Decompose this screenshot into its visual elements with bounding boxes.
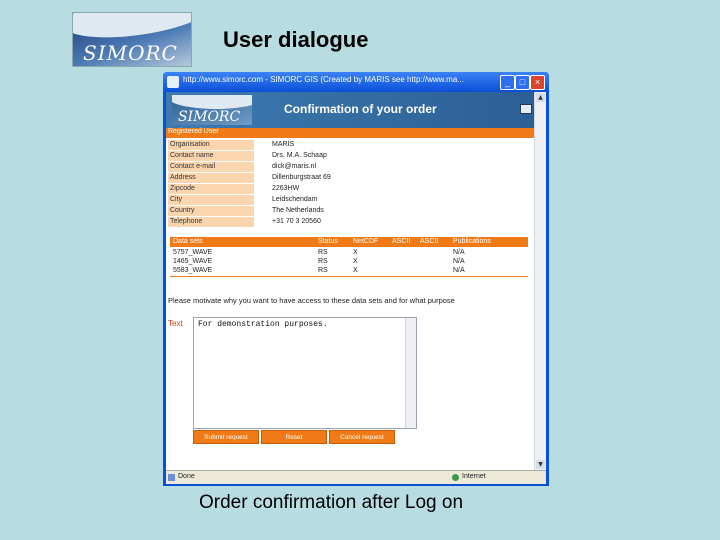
scroll-up-icon[interactable]: ▲ [536,93,545,102]
slide-title: User dialogue [223,27,369,52]
table-row: 5757_WAVE RS X N/A [170,249,528,258]
dataset-netcdf[interactable]: X [353,258,358,265]
dataset-publications: N/A [453,258,465,265]
text-label: Text [168,319,183,328]
maximize-button[interactable]: □ [515,75,530,90]
field-value: MARIS [272,141,295,148]
user-field-row: Country The Netherlands [168,206,533,216]
status-bar: Done Internet [166,470,546,484]
dataset-publications: N/A [453,267,465,274]
textarea-value: For demonstration purposes. [198,320,328,329]
slide-caption: Order confirmation after Log on [199,492,464,513]
field-label: Contact e-mail [168,162,254,172]
close-button[interactable]: × [530,75,545,90]
textarea-scrollbar[interactable] [405,318,416,428]
col-datasets: Data sets [173,238,203,245]
browser-window: http://www.simorc.com - SIMORC GIS (Crea… [163,72,549,486]
field-value: Dillenburgstraat 69 [272,174,331,181]
dataset-netcdf[interactable]: X [353,249,358,256]
page-logo: SIMORC [172,95,252,125]
field-label: Zipcode [168,184,254,194]
field-label: Telephone [168,217,254,227]
table-row: 5583_WAVE RS X N/A [170,267,528,276]
page-logo-swoosh [172,95,252,109]
user-field-row: Zipcode 2263HW [168,184,533,194]
field-value: +31 70 3 20560 [272,218,321,225]
browser-icon [167,76,179,88]
logo-text: SIMORC [83,41,178,65]
dataset-status: RS [318,249,328,256]
col-publications: Publications [453,238,491,245]
user-field-row: City Leidschendam [168,195,533,205]
field-value: 2263HW [272,185,300,192]
col-ascii-2: ASCII [420,238,439,245]
simorc-logo: SIMORC [72,12,192,67]
registered-user-label: Registered User [168,128,219,135]
status-zone: Internet [462,473,486,480]
page-content: SIMORC Confirmation of your order Regist… [166,92,546,470]
page-logo-text: SIMORC [178,109,241,125]
dataset-name: 5583_WAVE [173,267,213,274]
cancel-request-button[interactable]: Cancel request [329,430,395,444]
scroll-down-icon[interactable]: ▼ [536,460,545,469]
internet-zone-icon [452,474,459,481]
page-scrollbar[interactable]: ▲ ▼ [534,92,546,470]
user-field-row: Organisation MARIS [168,140,533,150]
user-field-row: Contact e-mail dick@maris.nl [168,162,533,172]
status-text: Done [178,473,195,480]
field-value: Leidschendam [272,196,318,203]
field-label: Contact name [168,151,254,161]
table-row: 1465_WAVE RS X N/A [170,258,528,267]
datasets-header: Data sets Status NetCDF ASCII ASCII Publ… [170,237,528,247]
field-value: The Netherlands [272,207,324,214]
submit-request-button[interactable]: Submit request [193,430,259,444]
field-label: Country [168,206,254,216]
page-title: Confirmation of your order [284,102,437,116]
motivation-textarea[interactable]: For demonstration purposes. [193,317,417,429]
field-value: Drs. M.A. Schaap [272,152,327,159]
table-divider [170,276,528,277]
field-label: Address [168,173,254,183]
dataset-status: RS [318,267,328,274]
window-titlebar[interactable]: http://www.simorc.com - SIMORC GIS (Crea… [163,72,549,92]
col-ascii: ASCII [392,238,411,245]
reset-button[interactable]: Reset [261,430,327,444]
registered-user-header: Registered User [166,128,535,138]
field-value: dick@maris.nl [272,163,317,170]
motivate-text: Please motivate why you want to have acc… [168,296,455,305]
dataset-name: 5757_WAVE [173,249,213,256]
user-field-row: Contact name Drs. M.A. Schaap [168,151,533,161]
user-field-row: Address Dillenburgstraat 69 [168,173,533,183]
page-header: SIMORC Confirmation of your order [166,92,535,128]
field-label: Organisation [168,140,254,150]
col-netcdf: NetCDF [353,238,379,245]
minimize-button[interactable]: _ [500,75,515,90]
dataset-netcdf[interactable]: X [353,267,358,274]
print-icon[interactable] [520,104,532,114]
page-done-icon [168,474,175,481]
dataset-status: RS [318,258,328,265]
user-field-row: Telephone +31 70 3 20560 [168,217,533,227]
dataset-publications: N/A [453,249,465,256]
col-status: Status [318,238,338,245]
field-label: City [168,195,254,205]
dataset-name: 1465_WAVE [173,258,213,265]
window-title: http://www.simorc.com - SIMORC GIS (Crea… [183,75,464,84]
